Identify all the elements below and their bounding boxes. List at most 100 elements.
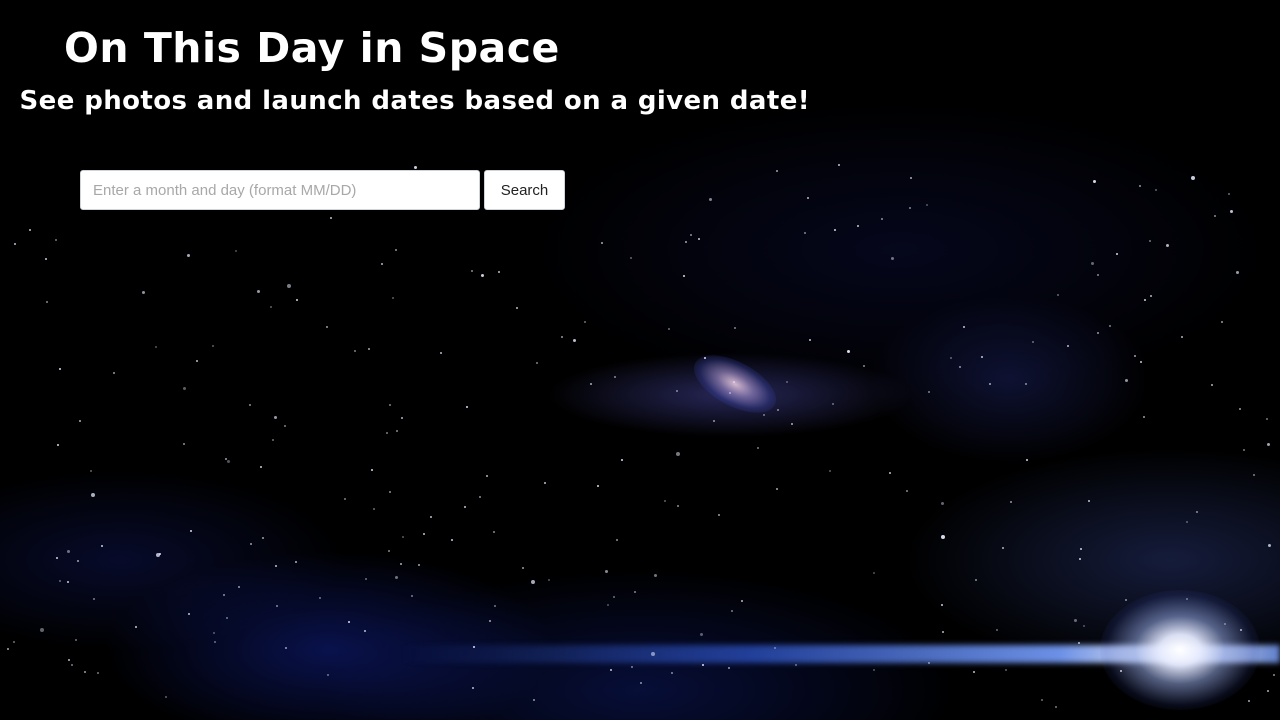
star: [698, 238, 700, 240]
star: [401, 417, 403, 419]
star: [809, 339, 811, 341]
star: [260, 466, 262, 468]
star: [57, 444, 59, 446]
star: [227, 460, 230, 463]
star: [1248, 700, 1250, 702]
search-button[interactable]: Search: [484, 170, 565, 210]
star: [396, 430, 398, 432]
star: [364, 630, 366, 632]
star: [90, 470, 92, 472]
star: [45, 258, 47, 260]
date-search-input[interactable]: [80, 170, 480, 210]
star: [981, 356, 983, 358]
star: [389, 404, 391, 406]
star: [834, 229, 836, 231]
star: [910, 177, 912, 179]
star: [1267, 690, 1269, 692]
star: [262, 537, 264, 539]
star: [213, 632, 215, 634]
star: [1268, 544, 1271, 547]
star: [250, 543, 252, 545]
star: [1230, 210, 1233, 213]
star: [1166, 244, 1169, 247]
star: [327, 674, 329, 676]
star: [1005, 669, 1007, 671]
star: [1144, 299, 1146, 301]
star: [1057, 294, 1059, 296]
star: [411, 595, 413, 597]
star: [471, 270, 473, 272]
star: [996, 629, 998, 631]
star: [590, 383, 592, 385]
star: [223, 594, 225, 596]
star: [1026, 459, 1028, 461]
star: [1140, 361, 1142, 363]
star: [430, 516, 432, 518]
star: [1191, 176, 1195, 180]
star: [873, 669, 875, 671]
star: [959, 366, 961, 368]
star: [284, 425, 286, 427]
page-subtitle-text: See photos and launch dates based on a g…: [19, 86, 810, 116]
star: [975, 579, 977, 581]
star: [704, 357, 706, 359]
star: [296, 299, 298, 301]
star: [7, 648, 9, 650]
star: [677, 505, 679, 507]
star: [473, 646, 475, 648]
star: [533, 699, 535, 701]
star: [235, 250, 237, 252]
star: [489, 620, 491, 622]
star: [516, 307, 518, 309]
star: [601, 242, 603, 244]
star: [56, 557, 58, 559]
star: [757, 447, 759, 449]
page-title: On This Day in Space: [64, 24, 560, 72]
star: [729, 392, 731, 394]
star: [1214, 215, 1216, 217]
star: [891, 257, 894, 260]
star: [1079, 558, 1081, 560]
star: [1125, 599, 1127, 601]
star: [135, 626, 137, 628]
star: [531, 580, 535, 584]
star: [214, 641, 216, 643]
star: [621, 459, 623, 461]
star: [838, 164, 840, 166]
star: [479, 496, 481, 498]
star: [607, 604, 609, 606]
star: [276, 605, 278, 607]
star: [1149, 240, 1151, 242]
star: [640, 682, 642, 684]
star: [165, 696, 167, 698]
star: [226, 617, 228, 619]
light-flare-core: [1100, 590, 1260, 710]
star: [275, 565, 277, 567]
star: [395, 576, 398, 579]
star: [493, 531, 495, 533]
star: [155, 346, 157, 348]
star: [1186, 521, 1188, 523]
star: [365, 578, 367, 580]
star: [67, 581, 69, 583]
star: [909, 207, 911, 209]
star: [786, 381, 788, 383]
star: [498, 271, 500, 273]
star: [285, 647, 287, 649]
star: [713, 420, 715, 422]
star: [1211, 384, 1213, 386]
star: [381, 263, 383, 265]
date-search-form: Search: [80, 170, 565, 210]
star: [1083, 625, 1085, 627]
star: [1091, 262, 1094, 265]
star: [1125, 379, 1128, 382]
star: [683, 275, 685, 277]
star: [156, 553, 160, 557]
star: [287, 284, 291, 288]
star: [795, 664, 797, 666]
star: [631, 666, 633, 668]
star: [40, 628, 44, 632]
star: [319, 597, 321, 599]
star: [728, 667, 730, 669]
star: [368, 348, 370, 350]
